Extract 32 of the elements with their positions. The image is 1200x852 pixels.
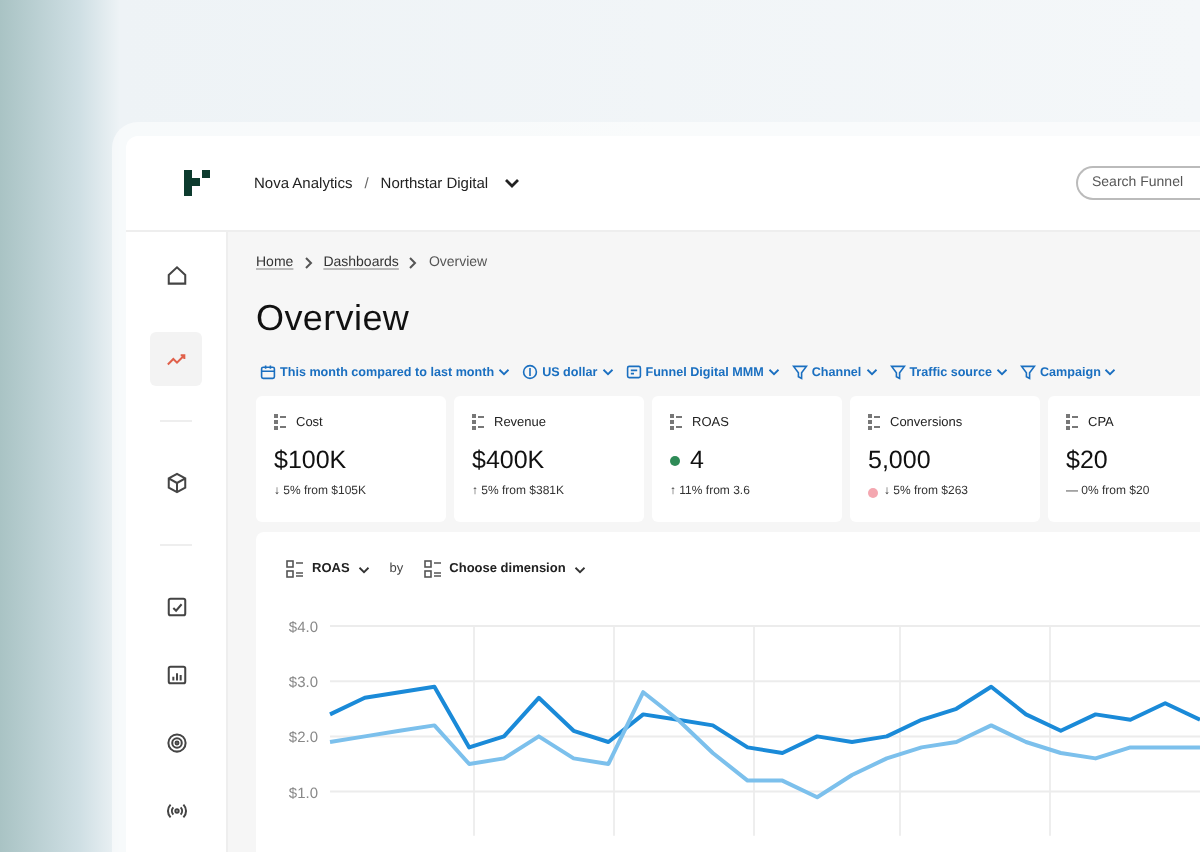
metric-value: 4 — [690, 446, 704, 474]
filter-icon[interactable] — [1019, 364, 1036, 380]
broadcast-icon[interactable] — [165, 800, 187, 822]
document-icon[interactable] — [625, 364, 642, 380]
bar-chart-icon[interactable] — [165, 664, 187, 686]
filter-icon[interactable] — [889, 364, 906, 380]
metric-value: $400K — [472, 446, 545, 474]
chevron-down-icon[interactable] — [357, 565, 370, 573]
target-icon[interactable] — [165, 732, 187, 754]
chevron-right-icon — [303, 256, 314, 270]
home-icon[interactable] — [165, 264, 187, 286]
cube-icon[interactable] — [165, 472, 187, 494]
metric-icon — [670, 414, 684, 430]
metric-value: $20 — [1066, 446, 1108, 474]
calendar-icon[interactable] — [260, 364, 276, 380]
chevron-down-icon[interactable] — [573, 565, 586, 573]
metric-icon — [274, 414, 288, 430]
info-circle-icon[interactable] — [522, 364, 539, 380]
trend-line-icon[interactable] — [165, 348, 187, 370]
chevron-down-icon[interactable] — [504, 178, 521, 188]
metric-value: $100K — [274, 446, 347, 474]
chevron-right-icon — [408, 256, 419, 270]
metric-icon — [868, 414, 882, 430]
metric-value: 5,000 — [868, 446, 931, 474]
grid-list-icon[interactable] — [286, 560, 304, 578]
logo-icon — [184, 170, 212, 196]
checkbox-icon[interactable] — [165, 596, 187, 618]
page-title: Overview — [256, 298, 412, 340]
metric-icon — [472, 414, 486, 430]
filter-icon[interactable] — [791, 364, 808, 380]
metric-icon — [1066, 414, 1080, 430]
grid-list-icon[interactable] — [423, 560, 442, 578]
